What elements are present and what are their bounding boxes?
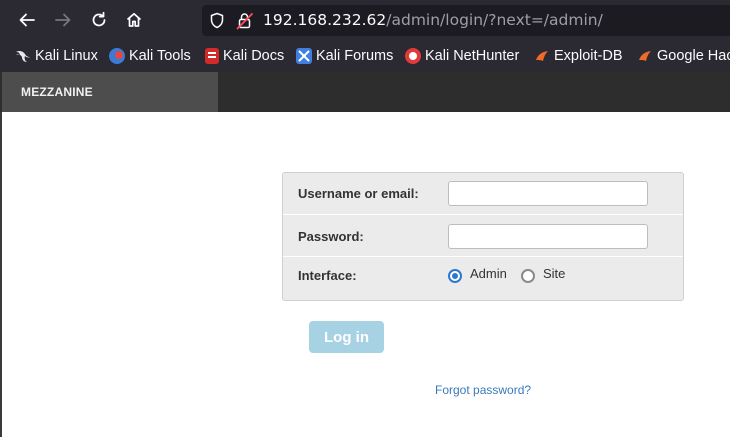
- bookmark-label: Kali NetHunter: [425, 48, 520, 64]
- bookmark-exploit-db[interactable]: Exploit-DB: [534, 47, 623, 65]
- interface-admin-radio[interactable]: [448, 269, 462, 283]
- ghdb-icon: [637, 48, 653, 64]
- kali-dragon-icon: [15, 48, 31, 64]
- url-text[interactable]: 192.168.232.62/admin/login/?next=/admin/: [263, 11, 603, 29]
- url-bar[interactable]: 192.168.232.62/admin/login/?next=/admin/: [202, 5, 730, 36]
- username-row: Username or email:: [283, 173, 683, 215]
- bookmark-kali-linux[interactable]: Kali Linux: [15, 47, 98, 65]
- kali-nethunter-icon: [405, 48, 421, 64]
- bookmark-label: Google Hac: [657, 48, 730, 64]
- insecure-lock-icon[interactable]: [236, 11, 254, 34]
- bookmark-kali-forums[interactable]: Kali Forums: [296, 47, 393, 65]
- bookmark-label: Kali Tools: [129, 48, 191, 64]
- bookmark-google-hacking[interactable]: Google Hac: [637, 47, 730, 65]
- bookmark-kali-docs[interactable]: Kali Docs: [205, 47, 284, 65]
- url-host: 192.168.232.62: [263, 11, 387, 29]
- url-path: /admin/login/?next=/admin/: [386, 11, 603, 29]
- home-icon[interactable]: [123, 9, 145, 31]
- brand-title: MEZZANINE: [21, 85, 93, 99]
- reload-icon[interactable]: [88, 9, 110, 31]
- login-form: Username or email: Password: Interface: …: [282, 172, 684, 301]
- admin-header: MEZZANINE: [0, 72, 730, 112]
- password-input[interactable]: [448, 224, 648, 249]
- bookmark-kali-nethunter[interactable]: Kali NetHunter: [405, 47, 519, 65]
- interface-row: Interface: Admin Site: [283, 257, 683, 300]
- left-border: [0, 112, 2, 437]
- password-label: Password:: [298, 229, 364, 244]
- forgot-password-link[interactable]: Forgot password?: [435, 383, 531, 397]
- bookmark-label: Kali Linux: [35, 48, 98, 64]
- forward-arrow-icon[interactable]: [52, 9, 74, 31]
- back-arrow-icon[interactable]: [16, 9, 38, 31]
- interface-admin-label[interactable]: Admin: [470, 266, 507, 281]
- exploit-db-icon: [534, 48, 550, 64]
- bookmark-label: Kali Forums: [316, 48, 394, 64]
- bookmark-label: Kali Docs: [223, 48, 285, 64]
- interface-site-label[interactable]: Site: [543, 266, 565, 281]
- page-content: MEZZANINE Username or email: Password: I…: [0, 72, 730, 437]
- browser-toolbar: 192.168.232.62/admin/login/?next=/admin/: [0, 0, 730, 40]
- username-label: Username or email:: [298, 186, 419, 201]
- kali-forums-icon: [296, 48, 312, 64]
- bookmark-kali-tools[interactable]: Kali Tools: [109, 47, 191, 65]
- login-button[interactable]: Log in: [309, 321, 384, 353]
- interface-site-radio[interactable]: [521, 269, 535, 283]
- username-input[interactable]: [448, 181, 648, 206]
- brand-tab[interactable]: MEZZANINE: [2, 72, 218, 112]
- kali-tools-icon: [109, 48, 125, 64]
- password-row: Password:: [283, 215, 683, 257]
- bookmark-label: Exploit-DB: [554, 48, 623, 64]
- bookmarks-bar: Kali Linux Kali Tools Kali Docs Kali For…: [0, 40, 730, 72]
- kali-docs-icon: [205, 48, 219, 64]
- interface-label: Interface:: [298, 268, 357, 283]
- shield-icon[interactable]: [209, 12, 225, 33]
